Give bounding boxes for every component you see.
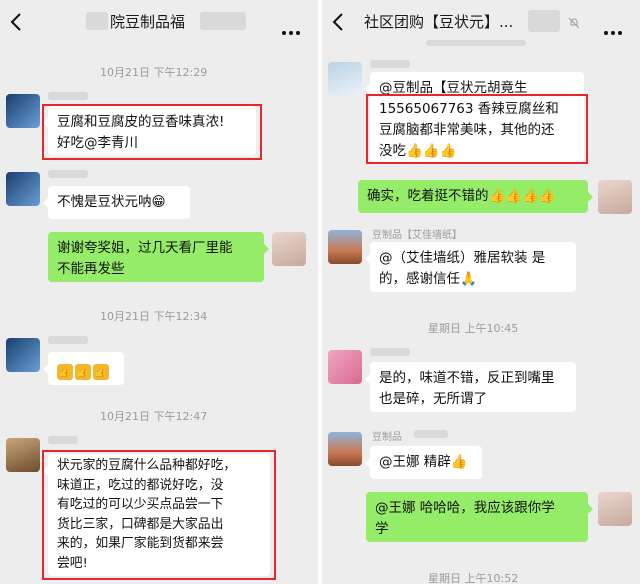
message-bubble[interactable]: @王娜 哈哈哈，我应该跟你学 学 (366, 492, 593, 542)
sender-name: 豆制品【艾佳墙纸】 (372, 230, 462, 241)
highlight-box (42, 450, 276, 580)
chat-title: 社区团购【豆状元】... (364, 13, 514, 31)
blurred-sender-name (48, 336, 88, 344)
cut-off-timestamp (426, 40, 526, 46)
message-bubble[interactable]: 是的，味道不错，反正到嘴里 也是碎，无所谓了 (365, 362, 576, 412)
mute-bell-icon (568, 14, 580, 29)
message-bubble[interactable]: 👍 👍 👍 (43, 352, 124, 385)
back-arrow-icon[interactable] (328, 10, 350, 34)
thumbs-up-icon: 👍 (75, 364, 91, 380)
message-bubble[interactable]: 不愧是豆状元呐😁 (43, 186, 190, 219)
avatar[interactable] (272, 232, 306, 266)
avatar[interactable] (328, 432, 362, 466)
blurred-title-suffix (200, 12, 246, 30)
thumbs-up-icon: 👍 (57, 364, 73, 380)
avatar[interactable] (328, 350, 362, 384)
blurred-sender-name (48, 436, 78, 444)
message-bubble[interactable]: @王娜 精辟👍 (365, 446, 482, 479)
avatar[interactable] (328, 230, 362, 264)
message-bubble[interactable]: 谢谢夸奖姐，过几天看厂里能 不能再发些 (48, 232, 269, 282)
blurred-sender-name (370, 348, 410, 356)
more-options-icon[interactable] (282, 20, 304, 35)
blurred-sender-name (370, 60, 410, 68)
blurred-sender-name (48, 92, 88, 100)
avatar[interactable] (328, 62, 362, 96)
back-arrow-icon[interactable] (6, 10, 28, 34)
more-options-icon[interactable] (604, 20, 626, 35)
chat-header: 院豆制品福 (0, 0, 318, 44)
thumbs-up-icon: 👍 (93, 364, 109, 380)
avatar[interactable] (6, 94, 40, 128)
right-chat-screen: 社区团购【豆状元】... @豆制品【豆状元胡竟生 15565067763 香辣豆… (322, 0, 640, 584)
avatar[interactable] (598, 180, 632, 214)
highlight-box (42, 104, 262, 160)
avatar[interactable] (598, 492, 632, 526)
chat-title: 院豆制品福 (110, 13, 186, 31)
message-bubble[interactable]: @（艾佳墙纸）雅居软装 是 的，感谢信任🙏 (365, 242, 576, 292)
timestamp: 星期日 上午10:45 (428, 322, 519, 335)
timestamp: 10月21日 下午12:29 (100, 66, 208, 79)
avatar[interactable] (6, 438, 40, 472)
highlight-box (366, 94, 588, 164)
blurred-title-prefix (86, 12, 108, 30)
avatar[interactable] (6, 338, 40, 372)
timestamp: 10月21日 下午12:47 (100, 410, 208, 423)
blurred-sender-name (414, 430, 448, 438)
sender-name: 豆制品 (372, 432, 402, 443)
chat-header: 社区团购【豆状元】... (322, 0, 640, 44)
blurred-sender-name (48, 170, 88, 178)
blurred-member-count (528, 10, 560, 32)
timestamp: 星期日 上午10:52 (428, 572, 519, 584)
message-bubble[interactable]: 确实，吃着挺不错的👍👍👍👍 (358, 180, 593, 213)
left-chat-screen: 院豆制品福 10月21日 下午12:29 豆腐和豆腐皮的豆香味真浓! 好吃@李青… (0, 0, 318, 584)
avatar[interactable] (6, 172, 40, 206)
timestamp: 10月21日 下午12:34 (100, 310, 208, 323)
